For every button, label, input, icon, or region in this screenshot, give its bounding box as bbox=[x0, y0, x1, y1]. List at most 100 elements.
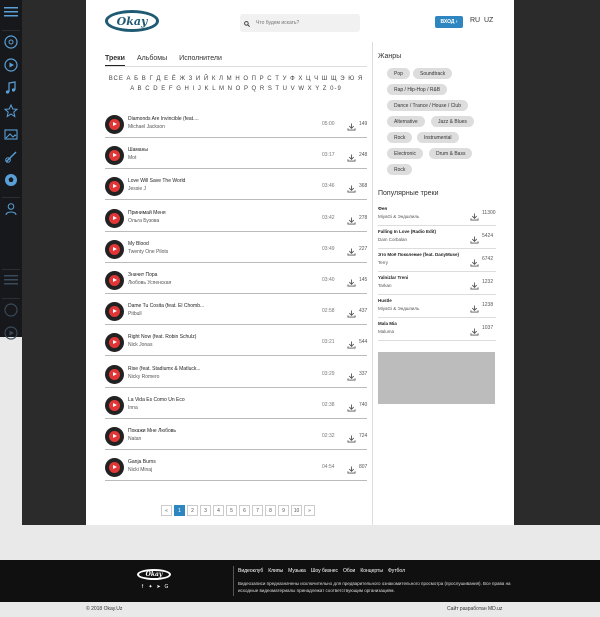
track-title[interactable]: Шаманы bbox=[128, 147, 148, 153]
popular-track-artist[interactable]: MiyaGi & Эндшпиль bbox=[378, 214, 419, 219]
page-button[interactable]: 6 bbox=[239, 505, 250, 516]
page-button[interactable]: 4 bbox=[213, 505, 224, 516]
track-title[interactable]: Love Will Save The World bbox=[128, 178, 185, 184]
disc-icon[interactable] bbox=[0, 35, 22, 55]
menu-icon[interactable] bbox=[0, 6, 22, 26]
page-button[interactable]: 10 bbox=[291, 505, 302, 516]
page-button[interactable]: 9 bbox=[278, 505, 289, 516]
search-input[interactable] bbox=[256, 20, 356, 26]
play-icon[interactable] bbox=[105, 177, 124, 197]
google-icon[interactable]: G bbox=[164, 585, 169, 590]
track-row[interactable]: Dame Tu Cosita (feat. El Chomb... Pitbull… bbox=[105, 299, 367, 326]
genre-tag[interactable]: Jazz & Blues bbox=[431, 116, 474, 127]
genre-tag[interactable]: Drum & Bass bbox=[429, 148, 473, 159]
download-icon[interactable] bbox=[347, 461, 356, 479]
search-icon[interactable] bbox=[244, 14, 251, 32]
play-icon[interactable] bbox=[105, 208, 124, 228]
genre-tag[interactable]: Instrumental bbox=[417, 132, 459, 143]
popular-track-title[interactable]: Yalnizlar Treni bbox=[378, 275, 408, 280]
track-title[interactable]: Diamonds Are Invincible (feat.... bbox=[128, 116, 199, 122]
footer-logo[interactable]: Okay bbox=[137, 569, 171, 580]
page-button[interactable]: 8 bbox=[265, 505, 276, 516]
popular-track-artist[interactable]: MiyaGi & Эндшпиль bbox=[378, 306, 419, 311]
popular-track-item[interactable]: Yalnizlar Treni Tarkan 1232 bbox=[378, 273, 496, 295]
track-title[interactable]: Значит Пора bbox=[128, 272, 157, 278]
football-icon[interactable] bbox=[0, 173, 22, 193]
page-button[interactable]: 2 bbox=[187, 505, 198, 516]
track-title[interactable]: My Blood bbox=[128, 241, 149, 247]
popular-track-artist[interactable]: Dam Corbalan bbox=[378, 237, 407, 242]
track-title[interactable]: Ganja Burns bbox=[128, 459, 156, 465]
play-icon[interactable] bbox=[105, 364, 124, 384]
download-icon[interactable] bbox=[347, 430, 356, 448]
download-icon[interactable] bbox=[470, 323, 479, 341]
download-icon[interactable] bbox=[347, 243, 356, 261]
track-title[interactable]: Принимай Меня bbox=[128, 210, 166, 216]
download-icon[interactable] bbox=[347, 368, 356, 386]
footer-nav-link[interactable]: Музыка bbox=[288, 568, 306, 574]
track-artist[interactable]: Jessie J bbox=[128, 186, 146, 192]
page-button[interactable]: 7 bbox=[252, 505, 263, 516]
twitter-icon[interactable]: ✦ bbox=[148, 585, 153, 590]
footer-nav-link[interactable]: Футбол bbox=[388, 568, 405, 574]
download-icon[interactable] bbox=[347, 399, 356, 417]
popular-track-title[interactable]: Фея bbox=[378, 206, 387, 211]
alphabet-filter-latin[interactable]: A B C D E F G H I J K L M N O P Q R S T … bbox=[105, 86, 367, 92]
play-icon[interactable] bbox=[105, 458, 124, 478]
download-icon[interactable] bbox=[347, 305, 356, 323]
genre-tag[interactable]: Rap / Hip-Hop / R&B bbox=[387, 84, 448, 95]
track-artist[interactable]: Michael Jackson bbox=[128, 124, 165, 130]
track-row[interactable]: Значит Пора Любовь Успенская 03:40 145 bbox=[105, 268, 367, 294]
track-artist[interactable]: Nicki Minaj bbox=[128, 467, 152, 473]
track-row[interactable]: My Blood Twenty One Pilots 03:49 227 bbox=[105, 237, 367, 263]
genre-tag[interactable]: Electronic bbox=[387, 148, 423, 159]
popular-track-item[interactable]: Hustle MiyaGi & Эндшпиль 1238 bbox=[378, 296, 496, 318]
play-icon[interactable] bbox=[105, 395, 124, 415]
genre-tag[interactable]: Soundtrack bbox=[413, 68, 453, 79]
track-row[interactable]: Покажи Мне Любовь Natan 02:32 724 bbox=[105, 424, 367, 450]
lang-ru[interactable]: RU bbox=[470, 17, 480, 24]
menu-icon-secondary[interactable] bbox=[0, 274, 22, 294]
popular-track-artist[interactable]: Tarkan bbox=[378, 283, 392, 288]
popular-track-artist[interactable]: Maluma bbox=[378, 329, 394, 334]
download-icon[interactable] bbox=[470, 254, 479, 272]
guitar-icon[interactable] bbox=[0, 150, 22, 170]
play-circle-icon[interactable] bbox=[0, 58, 22, 78]
download-icon[interactable] bbox=[347, 336, 356, 354]
download-icon[interactable] bbox=[470, 231, 479, 249]
track-row[interactable]: Ganja Burns Nicki Minaj 04:54 807 bbox=[105, 455, 367, 482]
page-button[interactable]: 3 bbox=[200, 505, 211, 516]
popular-track-title[interactable]: Mala Mia bbox=[378, 321, 397, 326]
play-icon[interactable] bbox=[105, 239, 124, 259]
popular-track-item[interactable]: Mala Mia Maluma 1037 bbox=[378, 319, 496, 341]
developer-credit[interactable]: Сайт разработан MD.uz bbox=[447, 606, 502, 612]
disc-icon-secondary[interactable] bbox=[0, 303, 22, 323]
footer-nav-link[interactable]: Видеоклуб bbox=[238, 568, 263, 574]
page-button[interactable]: 1 bbox=[174, 505, 185, 516]
footer-nav-link[interactable]: Концерты bbox=[360, 568, 383, 574]
download-icon[interactable] bbox=[347, 274, 356, 292]
play-icon[interactable] bbox=[105, 115, 124, 134]
play-icon[interactable] bbox=[105, 427, 124, 446]
track-row[interactable]: Шаманы Mot 03:17 248 bbox=[105, 143, 367, 170]
popular-track-item[interactable]: Фея MiyaGi & Эндшпиль 11300 bbox=[378, 204, 496, 226]
footer-nav-link[interactable]: Клипы bbox=[268, 568, 283, 574]
star-icon[interactable] bbox=[0, 104, 22, 124]
genre-tag[interactable]: Rock bbox=[387, 132, 413, 143]
page-button[interactable]: « bbox=[161, 505, 172, 516]
popular-track-artist[interactable]: Terry bbox=[378, 260, 388, 265]
track-title[interactable]: Покажи Мне Любовь bbox=[128, 428, 176, 434]
play-icon[interactable] bbox=[105, 302, 124, 322]
track-title[interactable]: Right Now (feat. Robin Schulz) bbox=[128, 334, 196, 340]
popular-track-title[interactable]: Это Моё Поколение (feat. DanyMuse) bbox=[378, 252, 459, 257]
popular-track-title[interactable]: Falling In Love (Radio Edit) bbox=[378, 229, 436, 234]
play-icon[interactable] bbox=[105, 333, 124, 353]
popular-track-title[interactable]: Hustle bbox=[378, 298, 392, 303]
image-icon[interactable] bbox=[0, 127, 22, 147]
music-note-icon[interactable] bbox=[0, 81, 22, 101]
facebook-icon[interactable]: f bbox=[140, 585, 145, 590]
track-row[interactable]: La Vida Es Como Un Eco Inna 02:38 740 bbox=[105, 393, 367, 419]
track-artist[interactable]: Natan bbox=[128, 436, 141, 442]
download-icon[interactable] bbox=[470, 208, 479, 226]
play-icon[interactable] bbox=[105, 146, 124, 166]
